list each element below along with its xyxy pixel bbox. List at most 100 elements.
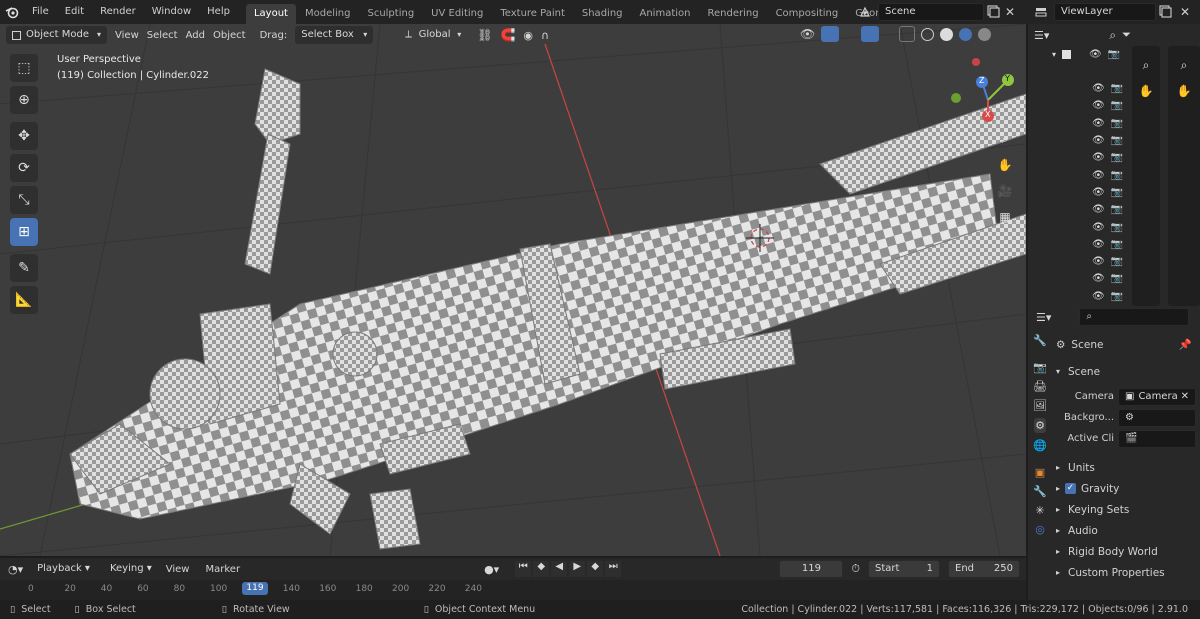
zoom-icon[interactable]: ⌕	[1135, 54, 1157, 76]
eye-icon[interactable]: 👁	[1092, 135, 1105, 146]
modifier-tab-icon[interactable]: 🔧	[1033, 485, 1047, 498]
pan-hand-icon[interactable]: ✋	[994, 154, 1016, 176]
custom-properties-section[interactable]: ▸ Custom Properties	[1056, 562, 1198, 583]
solid-shading-icon[interactable]	[940, 27, 954, 41]
tab-texture-paint[interactable]: Texture Paint	[492, 4, 573, 24]
gravity-checkbox[interactable]: ✓	[1065, 483, 1077, 494]
scene-name-field[interactable]: Scene	[878, 3, 984, 21]
render-tab-icon[interactable]: 📷	[1033, 361, 1047, 374]
camera-render-icon[interactable]: 📷	[1111, 170, 1123, 181]
cursor-tool-icon[interactable]: ⊕	[10, 86, 38, 114]
camera-render-icon[interactable]: 📷	[1111, 239, 1123, 250]
eye-icon[interactable]: 👁	[1092, 291, 1105, 302]
camera-render-icon[interactable]: 📷	[1111, 273, 1123, 284]
menu-render[interactable]: Render	[92, 0, 144, 24]
3d-viewport[interactable]	[0, 24, 1026, 556]
scene-model[interactable]	[69, 68, 1026, 550]
camera-render-icon[interactable]: 📷	[1111, 187, 1123, 198]
eye-icon[interactable]: 👁	[1092, 187, 1105, 198]
pan-hand-icon[interactable]: ✋	[1135, 80, 1157, 102]
expand-arrow-icon[interactable]: ▾	[1052, 50, 1056, 59]
snap-icon[interactable]: 🧲	[500, 28, 515, 42]
outliner-row[interactable]: 👁📷	[1092, 80, 1123, 97]
end-frame-field[interactable]: End 250	[948, 560, 1020, 578]
outliner-row[interactable]: 👁📷	[1092, 236, 1123, 253]
play-reverse-icon[interactable]: ◀	[551, 561, 568, 577]
next-keyframe-icon[interactable]: ◆	[587, 561, 604, 577]
wireframe-shading-icon[interactable]	[921, 27, 935, 41]
measure-tool-icon[interactable]: 📐	[10, 286, 38, 314]
tool-tab-icon[interactable]: 🔧	[1033, 334, 1047, 347]
eye-icon[interactable]: 👁	[1092, 222, 1105, 233]
new-view-layer-icon[interactable]	[1158, 4, 1172, 18]
move-tool-icon[interactable]: ✥	[10, 122, 38, 150]
visibility-eye-icon[interactable]: 👁	[800, 27, 815, 41]
outliner-row[interactable]: 👁📷	[1092, 288, 1123, 305]
clear-icon[interactable]: ✕	[1181, 389, 1189, 405]
eye-icon[interactable]: 👁	[1092, 170, 1105, 181]
physics-tab-icon[interactable]: ◎	[1035, 523, 1045, 536]
xray-icon[interactable]	[899, 26, 916, 42]
start-frame-field[interactable]: Start 1	[868, 560, 940, 578]
menu-edit[interactable]: Edit	[57, 0, 92, 24]
tab-animation[interactable]: Animation	[632, 4, 699, 24]
eye-icon[interactable]: 👁	[1092, 273, 1105, 284]
outliner-row[interactable]: 👁📷	[1092, 201, 1123, 218]
zoom-icon[interactable]: ⌕	[1173, 54, 1195, 76]
jump-start-icon[interactable]: ⏮	[515, 561, 532, 577]
camera-render-icon[interactable]: 📷	[1111, 256, 1123, 267]
audio-section[interactable]: ▸ Audio	[1056, 520, 1198, 541]
outliner-row[interactable]: 👁📷	[1092, 97, 1123, 114]
background-field[interactable]: ⚙	[1118, 408, 1196, 427]
tab-layout[interactable]: Layout	[245, 4, 296, 24]
outliner-panel[interactable]: ☰▾ ⌕ ⏷ ▾ 👁 📷 👁📷👁📷👁📷👁📷👁📷👁📷👁📷👁📷👁📷👁📷👁📷👁📷👁📷👁…	[1028, 24, 1200, 319]
units-section[interactable]: ▸ Units	[1056, 457, 1198, 478]
editor-type-icon[interactable]: ☰▾	[1036, 311, 1051, 324]
menu-window[interactable]: Window	[144, 0, 199, 24]
camera-render-icon[interactable]: 📷	[1111, 291, 1123, 302]
viewport-menu-add[interactable]: Add	[186, 30, 205, 41]
outliner-row[interactable]: 👁📷	[1092, 166, 1123, 183]
prev-keyframe-icon[interactable]: ◆	[533, 561, 550, 577]
transform-tool-icon[interactable]: ⊞	[10, 218, 38, 246]
camera-render-icon[interactable]: 📷	[1108, 49, 1120, 60]
camera-render-icon[interactable]: 📷	[1111, 152, 1123, 163]
outliner-row[interactable]: 👁📷	[1092, 132, 1123, 149]
remove-scene-icon[interactable]: ✕	[1005, 3, 1019, 21]
rendered-shading-icon[interactable]	[978, 27, 992, 41]
timeline-ruler[interactable]: 0 20 40 60 80 100 119 140 160 180 200 220 240	[0, 580, 1026, 600]
viewport-menu-view[interactable]: View	[115, 30, 139, 41]
camera-render-icon[interactable]: 📷	[1111, 100, 1123, 111]
rigid-body-world-section[interactable]: ▸ Rigid Body World	[1056, 541, 1198, 562]
tab-rendering[interactable]: Rendering	[699, 4, 766, 24]
outliner-row[interactable]: 👁📷	[1092, 115, 1123, 132]
select-tool-icon[interactable]: ⬚	[10, 54, 38, 82]
eye-icon[interactable]: 👁	[1092, 256, 1105, 267]
playback-menu[interactable]: Playback ▾	[31, 560, 96, 578]
world-tab-icon[interactable]: 🌐	[1033, 439, 1047, 452]
remove-view-layer-icon[interactable]: ✕	[1180, 3, 1194, 21]
menu-file[interactable]: File	[24, 0, 57, 24]
current-frame-field[interactable]: 119	[779, 560, 844, 578]
viewport-menu-select[interactable]: Select	[147, 30, 178, 41]
clock-icon[interactable]: ⏱	[851, 562, 860, 576]
outliner-row[interactable]: 👁📷	[1092, 218, 1123, 235]
search-icon[interactable]: ⌕	[1109, 28, 1116, 43]
camera-render-icon[interactable]: 📷	[1111, 83, 1123, 94]
gizmo-negative-axis[interactable]	[972, 58, 980, 66]
tab-sculpting[interactable]: Sculpting	[359, 4, 422, 24]
tab-uv-editing[interactable]: UV Editing	[423, 4, 491, 24]
pin-icon[interactable]: 📌	[1179, 338, 1192, 351]
outliner-row-collection[interactable]: ▾ 👁 📷	[1028, 46, 1128, 63]
marker-menu[interactable]: Marker	[205, 564, 240, 575]
tab-modeling[interactable]: Modeling	[297, 4, 359, 24]
eye-icon[interactable]: 👁	[1092, 83, 1105, 94]
pan-hand-icon[interactable]: ✋	[1173, 80, 1195, 102]
blender-logo-icon[interactable]	[0, 0, 24, 24]
view-layer-icon[interactable]	[1030, 3, 1052, 21]
tab-compositing[interactable]: Compositing	[768, 4, 847, 24]
keying-sets-section[interactable]: ▸ Keying Sets	[1056, 499, 1198, 520]
record-icon[interactable]: ●▾	[484, 563, 499, 576]
menu-help[interactable]: Help	[199, 0, 238, 24]
material-shading-icon[interactable]	[959, 27, 973, 41]
